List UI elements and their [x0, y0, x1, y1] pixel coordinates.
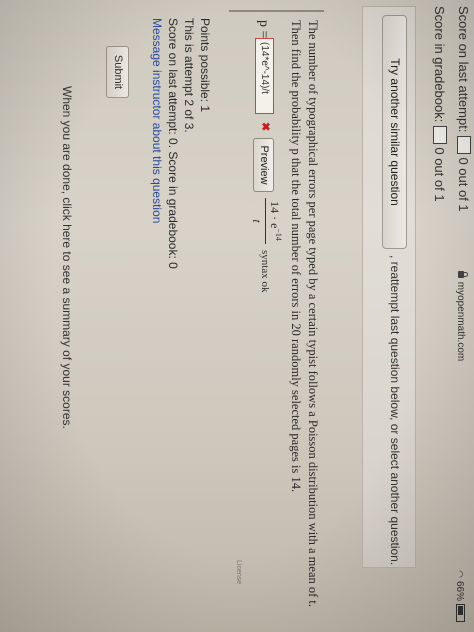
score-last-attempt: Score on last attempt: 0 out of 1 [456, 6, 471, 212]
score-gradebook-value: 0 out of 1 [432, 147, 447, 202]
battery-indicator: ◠ 66% [454, 570, 466, 622]
last-attempt-score-info: Score on last attempt: 0. Score in grade… [166, 18, 180, 269]
question-box: The number of typographical errors per p… [229, 10, 324, 607]
phone-screen: myopenmath.com ◠ 66% Score on last attemp… [0, 0, 474, 632]
score-box-icon [457, 136, 471, 155]
battery-percent: 66% [454, 580, 465, 601]
submit-button[interactable]: Submit [106, 46, 129, 98]
question-actions-panel: Try another similar question , reattempt… [362, 6, 416, 568]
points-possible: Points possible: 1 [198, 18, 212, 113]
attempt-info: This is attempt 2 of 3. [182, 18, 196, 133]
fraction-denominator: t [250, 219, 264, 223]
battery-icon [456, 604, 465, 622]
score-last-attempt-label: Score on last attempt: [456, 6, 471, 133]
domain-text: myopenmath.com [455, 281, 466, 362]
question-text-line2: Then find the probability p that the tot… [289, 20, 303, 493]
preview-button[interactable]: Preview [253, 138, 274, 192]
wifi-icon: ◠ [455, 570, 465, 578]
incorrect-x-icon: ✖ [259, 122, 271, 132]
lock-icon [458, 270, 464, 278]
fraction-exponent: −14 [274, 228, 283, 241]
answer-preview-fraction: 14 · e−14 t [249, 198, 283, 244]
fraction-numerator: 14 · e−14 [265, 198, 283, 244]
message-instructor-link[interactable]: Message instructor about this question [150, 18, 164, 223]
answer-input[interactable]: (14*e^-14)/t [255, 38, 274, 114]
score-gradebook: Score in gradebook: 0 out of 1 [432, 6, 447, 202]
license-link[interactable]: License [235, 560, 242, 584]
try-another-button[interactable]: Try another similar question [382, 15, 407, 249]
question-text-line1: The number of typographical errors per p… [306, 20, 320, 608]
syntax-status: syntax ok [259, 250, 271, 293]
score-gradebook-label: Score in gradebook: [432, 6, 447, 123]
answer-label: p = [256, 20, 271, 39]
reattempt-text: , reattempt last question below, or sele… [388, 255, 402, 566]
score-box-icon [433, 126, 447, 145]
summary-link[interactable]: When you are done, click here to see a s… [60, 86, 74, 429]
score-last-attempt-value: 0 out of 1 [456, 157, 471, 212]
